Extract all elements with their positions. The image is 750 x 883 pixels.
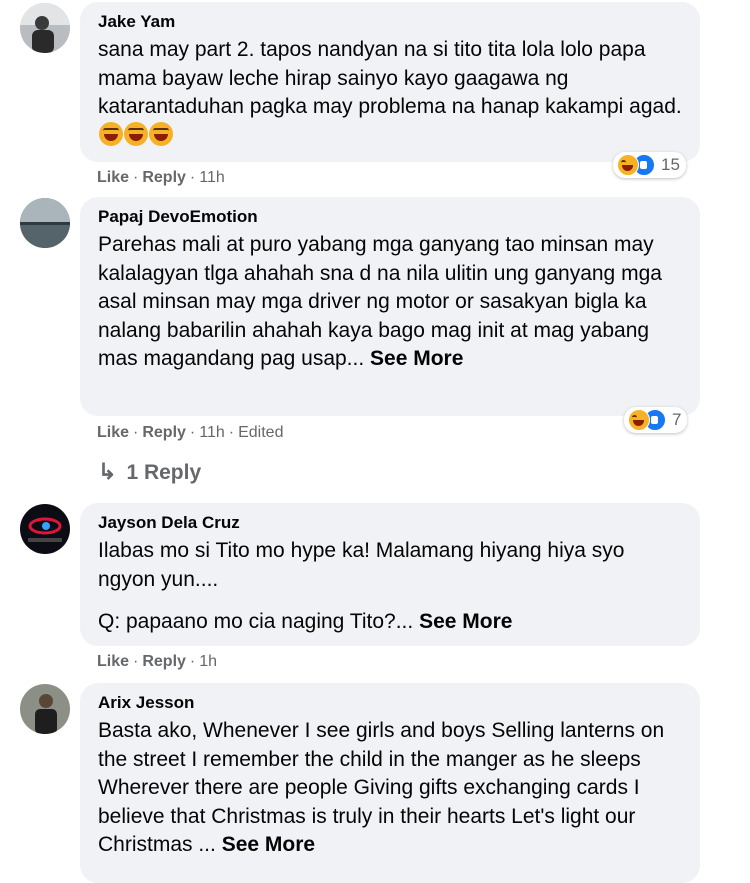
comment-bubble: Jake Yam sana may part 2. tapos nandyan … — [80, 2, 700, 162]
comment-actions: Like · Reply · 11h — [97, 168, 225, 188]
reaction-count: 15 — [661, 155, 680, 174]
comment-text: Ilabas mo si Tito mo hype ka! Malamang h… — [98, 539, 625, 633]
replies-count-label: 1 Reply — [126, 461, 202, 484]
see-more-link[interactable]: See More — [370, 347, 463, 370]
comment-actions: Like · Reply · 11h · Edited — [97, 423, 283, 443]
timestamp[interactable]: 11h — [199, 424, 225, 441]
comment-bubble: Arix Jesson Basta ako, Whenever I see gi… — [80, 683, 700, 883]
laughing-emoji-icon — [149, 121, 173, 146]
comment-text: sana may part 2. tapos nandyan na si tit… — [98, 36, 682, 150]
comment-text: Basta ako, Whenever I see girls and boys… — [98, 719, 665, 856]
avatar[interactable] — [20, 504, 70, 554]
avatar[interactable] — [20, 198, 70, 248]
timestamp[interactable]: 1h — [199, 653, 217, 670]
comment-author[interactable]: Papaj DevoEmotion — [98, 207, 682, 227]
like-button[interactable]: Like — [97, 653, 129, 670]
comment-text: Parehas mali at puro yabang mga ganyang … — [98, 233, 662, 370]
comment-bubble: Jayson Dela Cruz Ilabas mo si Tito mo hy… — [80, 503, 700, 646]
comment-author[interactable]: Arix Jesson — [98, 693, 682, 713]
separator: · — [133, 424, 139, 441]
haha-reaction-icon — [617, 154, 639, 176]
avatar[interactable] — [20, 684, 70, 734]
reaction-summary[interactable]: 7 — [624, 407, 688, 433]
separator: · — [189, 424, 196, 441]
view-replies-link[interactable]: ↳ 1 Reply — [98, 459, 201, 485]
laughing-emoji-icon — [124, 121, 148, 146]
separator: · — [133, 169, 139, 186]
comment-actions: Like · Reply · 1h — [97, 652, 217, 672]
edited-label: Edited — [238, 424, 284, 441]
separator: · — [189, 169, 196, 186]
reply-button[interactable]: Reply — [142, 653, 186, 670]
reaction-summary[interactable]: 15 — [613, 152, 686, 178]
see-more-link[interactable]: See More — [222, 833, 315, 856]
comment-author[interactable]: Jake Yam — [98, 12, 682, 32]
timestamp[interactable]: 11h — [199, 169, 225, 186]
reaction-count: 7 — [672, 410, 682, 429]
comment-bubble: Papaj DevoEmotion Parehas mali at puro y… — [80, 197, 700, 416]
separator: · — [133, 653, 139, 670]
avatar[interactable] — [20, 3, 70, 53]
like-button[interactable]: Like — [97, 424, 129, 441]
laughing-emoji-icon — [99, 121, 123, 146]
reply-button[interactable]: Reply — [142, 424, 186, 441]
haha-reaction-icon — [628, 409, 650, 431]
like-button[interactable]: Like — [97, 169, 129, 186]
separator: · — [228, 424, 235, 441]
see-more-link[interactable]: See More — [419, 610, 512, 633]
reply-button[interactable]: Reply — [142, 169, 186, 186]
reply-arrow-icon: ↳ — [98, 459, 117, 484]
separator: · — [189, 653, 196, 670]
comment-author[interactable]: Jayson Dela Cruz — [98, 513, 682, 533]
